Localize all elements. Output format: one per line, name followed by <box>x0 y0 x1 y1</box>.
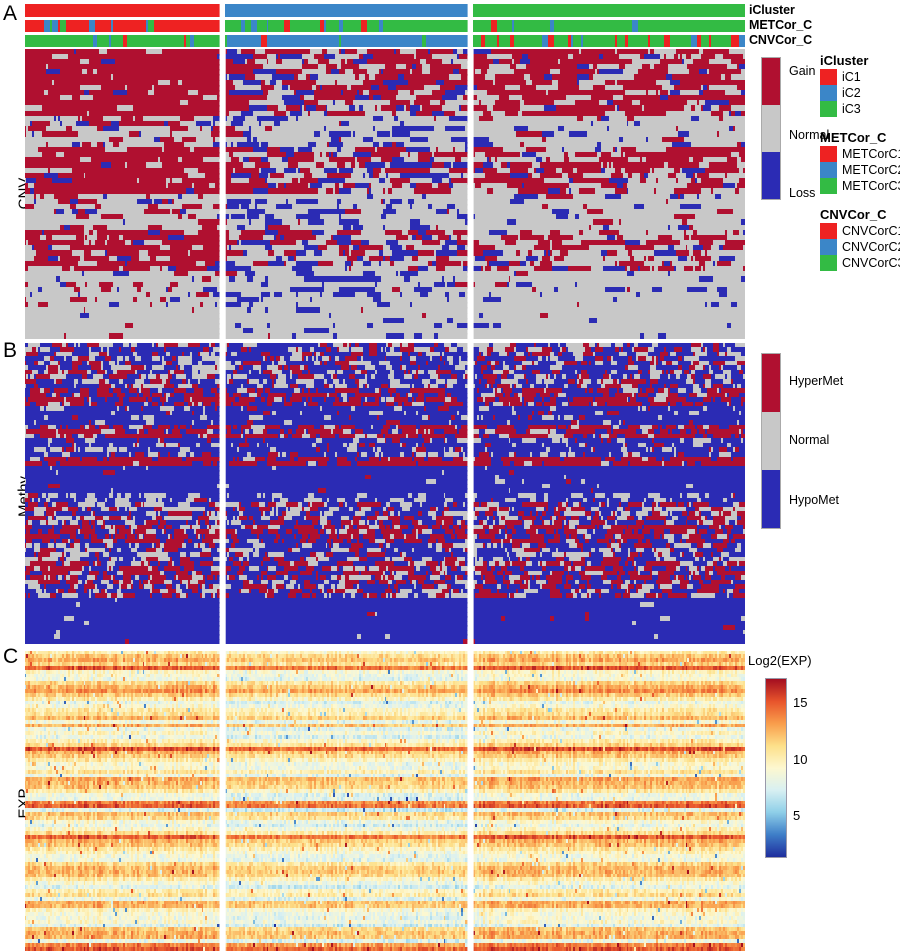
heatmap-exp <box>25 651 745 951</box>
cnv-colorbar-loss-swatch <box>762 151 780 199</box>
legend-label-cnvcorc1: CNVCorC1 <box>842 224 900 238</box>
legend-title-icluster: iCluster <box>820 53 869 68</box>
legend-swatch-ic1 <box>820 69 837 85</box>
methy-colorbar-label-normal: Normal <box>789 433 830 447</box>
annotation-track-cnvcor <box>25 35 745 47</box>
legend-swatch-cnvcorc2 <box>820 239 837 255</box>
legend-label-ic2: iC2 <box>842 86 861 100</box>
legend-label-metcorc3: METCorC3 <box>842 179 900 193</box>
multi-omics-figure: A B C CNV Methy EXP iCluster METCor_C CN… <box>0 0 900 951</box>
legend-swatch-cnvcorc1 <box>820 223 837 239</box>
annotation-track-icluster <box>25 4 745 17</box>
annotation-track-metcor <box>25 20 745 32</box>
legend-swatch-ic3 <box>820 101 837 117</box>
exp-colorbar-tick-10: 10 <box>793 752 808 767</box>
methy-colorbar-normal-swatch <box>762 411 780 470</box>
legend-label-ic3: iC3 <box>842 102 861 116</box>
methy-colorbar-label-hypomet: HypoMet <box>789 493 840 507</box>
methy-colorbar <box>761 353 781 529</box>
exp-colorbar-tick-5: 5 <box>793 808 801 823</box>
exp-colorbar <box>765 678 787 858</box>
panel-letter-a: A <box>3 2 18 25</box>
annotation-label-icluster: iCluster <box>749 3 795 17</box>
legend-label-cnvcorc3: CNVCorC3 <box>842 256 900 270</box>
annotation-label-metcor: METCor_C <box>749 18 813 32</box>
legend-swatch-metcorc2 <box>820 162 837 178</box>
legend-title-metcor: METCor_C <box>820 130 887 145</box>
legend-swatch-metcorc1 <box>820 146 837 162</box>
exp-colorbar-tick-15: 15 <box>793 695 808 710</box>
panel-letter-c: C <box>3 645 19 668</box>
exp-colorbar-title: Log2(EXP) <box>748 653 812 668</box>
methy-colorbar-label-hypermet: HyperMet <box>789 374 844 388</box>
legend-swatch-ic2 <box>820 85 837 101</box>
annotation-label-cnvcor: CNVCor_C <box>749 33 813 47</box>
cnv-colorbar-gain-swatch <box>762 58 780 105</box>
cnv-colorbar-normal-swatch <box>762 104 780 152</box>
legend-title-cnvcor: CNVCor_C <box>820 207 887 222</box>
panel-letter-b: B <box>3 339 18 362</box>
legend-swatch-cnvcorc3 <box>820 255 837 271</box>
legend-swatch-metcorc3 <box>820 178 837 194</box>
cnv-colorbar-label-gain: Gain <box>789 64 816 78</box>
legend-label-cnvcorc2: CNVCorC2 <box>842 240 900 254</box>
legend-label-metcorc2: METCorC2 <box>842 163 900 177</box>
heatmap-methy <box>25 343 745 644</box>
heatmap-cnv <box>25 49 745 339</box>
methy-colorbar-hyper-swatch <box>762 354 780 412</box>
cnv-colorbar <box>761 57 781 200</box>
methy-colorbar-hypo-swatch <box>762 469 780 528</box>
legend-label-ic1: iC1 <box>842 70 861 84</box>
legend-label-metcorc1: METCorC1 <box>842 147 900 161</box>
cnv-colorbar-label-loss: Loss <box>789 186 816 200</box>
